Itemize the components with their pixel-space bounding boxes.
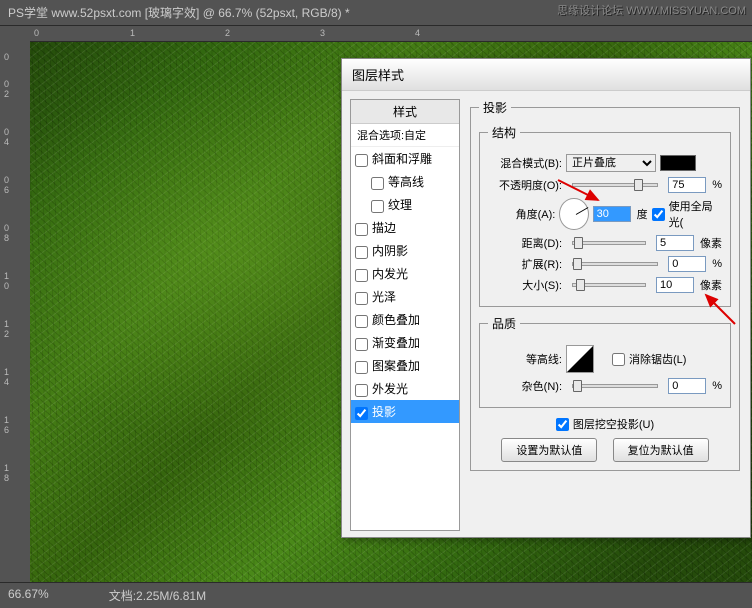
structure-fieldset: 结构 混合模式(B): 正片叠底 不透明度(O): % 角度(A): xyxy=(479,124,731,307)
style-item-label: 纹理 xyxy=(388,198,412,212)
quality-fieldset: 品质 等高线: 消除锯齿(L) 杂色(N): % xyxy=(479,315,731,408)
ruler-horizontal: 0 1 2 3 4 xyxy=(30,26,752,42)
blend-mode-label: 混合模式(B): xyxy=(488,155,562,171)
knockout-checkbox[interactable] xyxy=(556,418,569,431)
style-item-label: 内阴影 xyxy=(372,244,408,258)
style-item-label: 渐变叠加 xyxy=(372,336,420,350)
style-item-checkbox[interactable] xyxy=(355,154,368,167)
drop-shadow-fieldset: 投影 结构 混合模式(B): 正片叠底 不透明度(O): % xyxy=(470,99,740,471)
distance-label: 距离(D): xyxy=(488,235,562,251)
angle-dial[interactable] xyxy=(559,198,588,230)
style-item-3[interactable]: 描边 xyxy=(351,216,459,239)
panel-title: 投影 xyxy=(479,99,511,116)
contour-label: 等高线: xyxy=(488,351,562,367)
style-item-5[interactable]: 内发光 xyxy=(351,262,459,285)
antialias-checkbox[interactable] xyxy=(612,353,625,366)
distance-slider[interactable] xyxy=(572,241,646,245)
style-item-0[interactable]: 斜面和浮雕 xyxy=(351,147,459,170)
watermark: 思缘设计论坛 WWW.MISSYUAN.COM xyxy=(557,2,746,18)
style-item-checkbox[interactable] xyxy=(355,315,368,328)
zoom-display: 66.67% xyxy=(8,587,49,604)
style-item-checkbox[interactable] xyxy=(355,384,368,397)
reset-default-button[interactable]: 复位为默认值 xyxy=(613,438,709,462)
style-item-checkbox[interactable] xyxy=(355,246,368,259)
noise-input[interactable] xyxy=(668,378,706,394)
make-default-button[interactable]: 设置为默认值 xyxy=(501,438,597,462)
style-item-label: 光泽 xyxy=(372,290,396,304)
size-slider[interactable] xyxy=(572,283,646,287)
global-light-label: 使用全局光( xyxy=(669,198,722,230)
style-item-8[interactable]: 渐变叠加 xyxy=(351,331,459,354)
style-item-4[interactable]: 内阴影 xyxy=(351,239,459,262)
style-item-checkbox[interactable] xyxy=(355,407,368,420)
opacity-label: 不透明度(O): xyxy=(488,177,562,193)
spread-input[interactable] xyxy=(668,256,706,272)
layer-style-dialog: 图层样式 样式 混合选项:自定 斜面和浮雕等高线纹理描边内阴影内发光光泽颜色叠加… xyxy=(341,58,751,538)
style-item-checkbox[interactable] xyxy=(355,361,368,374)
opacity-input[interactable] xyxy=(668,177,706,193)
style-item-label: 颜色叠加 xyxy=(372,313,420,327)
style-item-label: 等高线 xyxy=(388,175,424,189)
style-item-2[interactable]: 纹理 xyxy=(351,193,459,216)
docsize-display: 文档:2.25M/6.81M xyxy=(109,587,206,604)
style-item-checkbox[interactable] xyxy=(355,338,368,351)
style-effect-list: 样式 混合选项:自定 斜面和浮雕等高线纹理描边内阴影内发光光泽颜色叠加渐变叠加图… xyxy=(350,99,460,531)
blend-options-header[interactable]: 混合选项:自定 xyxy=(351,124,459,147)
contour-picker[interactable] xyxy=(566,345,594,373)
style-item-6[interactable]: 光泽 xyxy=(351,285,459,308)
size-input[interactable] xyxy=(656,277,694,293)
spread-label: 扩展(R): xyxy=(488,256,562,272)
style-item-checkbox[interactable] xyxy=(355,269,368,282)
style-item-label: 图案叠加 xyxy=(372,359,420,373)
style-item-10[interactable]: 外发光 xyxy=(351,377,459,400)
style-item-label: 外发光 xyxy=(372,382,408,396)
style-item-11[interactable]: 投影 xyxy=(351,400,459,423)
style-item-checkbox[interactable] xyxy=(355,292,368,305)
antialias-label: 消除锯齿(L) xyxy=(629,351,686,367)
style-item-label: 描边 xyxy=(372,221,396,235)
style-item-label: 投影 xyxy=(372,405,396,419)
shadow-color-swatch[interactable] xyxy=(660,155,696,171)
style-item-label: 斜面和浮雕 xyxy=(372,152,432,166)
statusbar: 66.67% 文档:2.25M/6.81M xyxy=(0,582,752,608)
opacity-slider[interactable] xyxy=(572,183,658,187)
effect-settings-panel: 投影 结构 混合模式(B): 正片叠底 不透明度(O): % xyxy=(464,91,750,539)
noise-slider[interactable] xyxy=(572,384,658,388)
spread-slider[interactable] xyxy=(572,262,658,266)
noise-label: 杂色(N): xyxy=(488,378,562,394)
angle-label: 角度(A): xyxy=(488,206,555,222)
style-item-checkbox[interactable] xyxy=(355,223,368,236)
style-header[interactable]: 样式 xyxy=(351,100,459,124)
style-item-label: 内发光 xyxy=(372,267,408,281)
style-item-checkbox[interactable] xyxy=(371,200,384,213)
dialog-title: 图层样式 xyxy=(342,59,750,91)
style-item-checkbox[interactable] xyxy=(371,177,384,190)
global-light-checkbox[interactable] xyxy=(652,208,665,221)
ruler-vertical: 0 0 2 0 4 0 6 0 8 1 0 1 2 1 4 1 6 1 8 xyxy=(0,42,30,582)
size-label: 大小(S): xyxy=(488,277,562,293)
distance-input[interactable] xyxy=(656,235,694,251)
style-item-1[interactable]: 等高线 xyxy=(351,170,459,193)
style-item-7[interactable]: 颜色叠加 xyxy=(351,308,459,331)
style-item-9[interactable]: 图案叠加 xyxy=(351,354,459,377)
angle-input[interactable] xyxy=(593,206,631,222)
knockout-label: 图层挖空投影(U) xyxy=(573,416,654,432)
blend-mode-select[interactable]: 正片叠底 xyxy=(566,154,656,172)
